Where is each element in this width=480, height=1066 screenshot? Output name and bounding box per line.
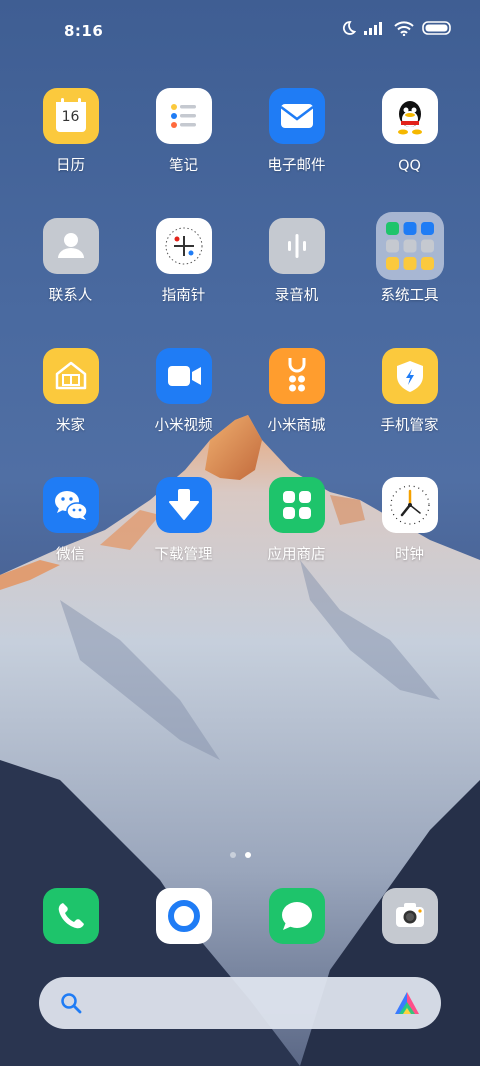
app-clock[interactable]: 时钟: [353, 477, 466, 564]
app-email[interactable]: 电子邮件: [240, 88, 353, 175]
app-label: 米家: [56, 418, 85, 434]
app-label: 时钟: [395, 547, 424, 563]
status-time: 8:16: [64, 22, 104, 40]
battery-icon: [422, 21, 451, 35]
signal-icon: [364, 22, 382, 35]
dock-phone[interactable]: [14, 888, 127, 944]
app-label: 小米商城: [267, 418, 326, 434]
app-label: 日历: [56, 158, 85, 174]
mi-store-icon: [268, 348, 325, 404]
app-label: 系统工具: [380, 288, 439, 304]
camera-icon: [381, 888, 438, 944]
app-compass[interactable]: 指南针: [127, 218, 240, 305]
dock-browser[interactable]: [127, 888, 240, 944]
app-label: QQ: [398, 158, 421, 174]
app-video[interactable]: 小米视频: [127, 348, 240, 435]
video-icon: [155, 348, 212, 404]
qq-icon: [381, 88, 438, 144]
app-app-store[interactable]: 应用商店: [240, 477, 353, 564]
app-contacts[interactable]: 联系人: [14, 218, 127, 305]
app-label: 手机管家: [380, 418, 439, 434]
browser-icon: [155, 888, 212, 944]
system-tools-folder-icon: [375, 212, 444, 280]
status-icons: [340, 20, 452, 36]
app-label: 联系人: [48, 288, 93, 304]
wechat-icon: [42, 477, 99, 533]
app-label: 指南针: [161, 288, 206, 304]
contacts-icon: [42, 218, 99, 274]
app-recorder[interactable]: 录音机: [240, 218, 353, 305]
email-icon: [268, 88, 325, 144]
app-store-icon: [268, 477, 325, 533]
app-label: 电子邮件: [267, 158, 326, 174]
dock-camera[interactable]: [353, 888, 466, 944]
app-notes[interactable]: 笔记: [127, 88, 240, 175]
page-dot[interactable]: [229, 852, 236, 858]
download-icon: [155, 477, 212, 533]
notes-icon: [155, 88, 212, 144]
recorder-icon: [268, 218, 325, 274]
assistant-icon[interactable]: [393, 990, 421, 1016]
app-security[interactable]: 手机管家: [353, 348, 466, 435]
compass-icon: [155, 218, 212, 274]
app-mi-store[interactable]: 小米商城: [240, 348, 353, 435]
clock-icon: [381, 477, 438, 533]
search-bar[interactable]: [39, 977, 441, 1029]
dock-messages[interactable]: [240, 888, 353, 944]
app-qq[interactable]: QQ: [353, 88, 466, 175]
status-bar: 8:16: [0, 0, 480, 62]
app-wechat[interactable]: 微信: [14, 477, 127, 564]
moon-icon: [342, 21, 356, 35]
wifi-icon: [394, 20, 414, 36]
app-calendar[interactable]: 16 日历: [14, 88, 127, 175]
app-label: 录音机: [274, 288, 319, 304]
app-mijia[interactable]: 米家: [14, 348, 127, 435]
search-icon: [61, 993, 82, 1014]
security-icon: [381, 348, 438, 404]
calendar-day: 16: [61, 109, 80, 125]
page-indicator: [0, 852, 480, 858]
phone-icon: [42, 888, 99, 944]
messages-icon: [268, 888, 325, 944]
app-label: 小米视频: [154, 418, 213, 434]
app-system-tools-folder[interactable]: 系统工具: [353, 212, 466, 305]
app-label: 微信: [56, 547, 85, 563]
app-download[interactable]: 下载管理: [127, 477, 240, 564]
page-dot-active[interactable]: [244, 852, 251, 858]
calendar-icon: 16: [42, 88, 99, 144]
mijia-icon: [42, 348, 99, 404]
app-label: 下载管理: [154, 547, 213, 563]
app-label: 应用商店: [267, 547, 326, 563]
app-label: 笔记: [169, 158, 198, 174]
